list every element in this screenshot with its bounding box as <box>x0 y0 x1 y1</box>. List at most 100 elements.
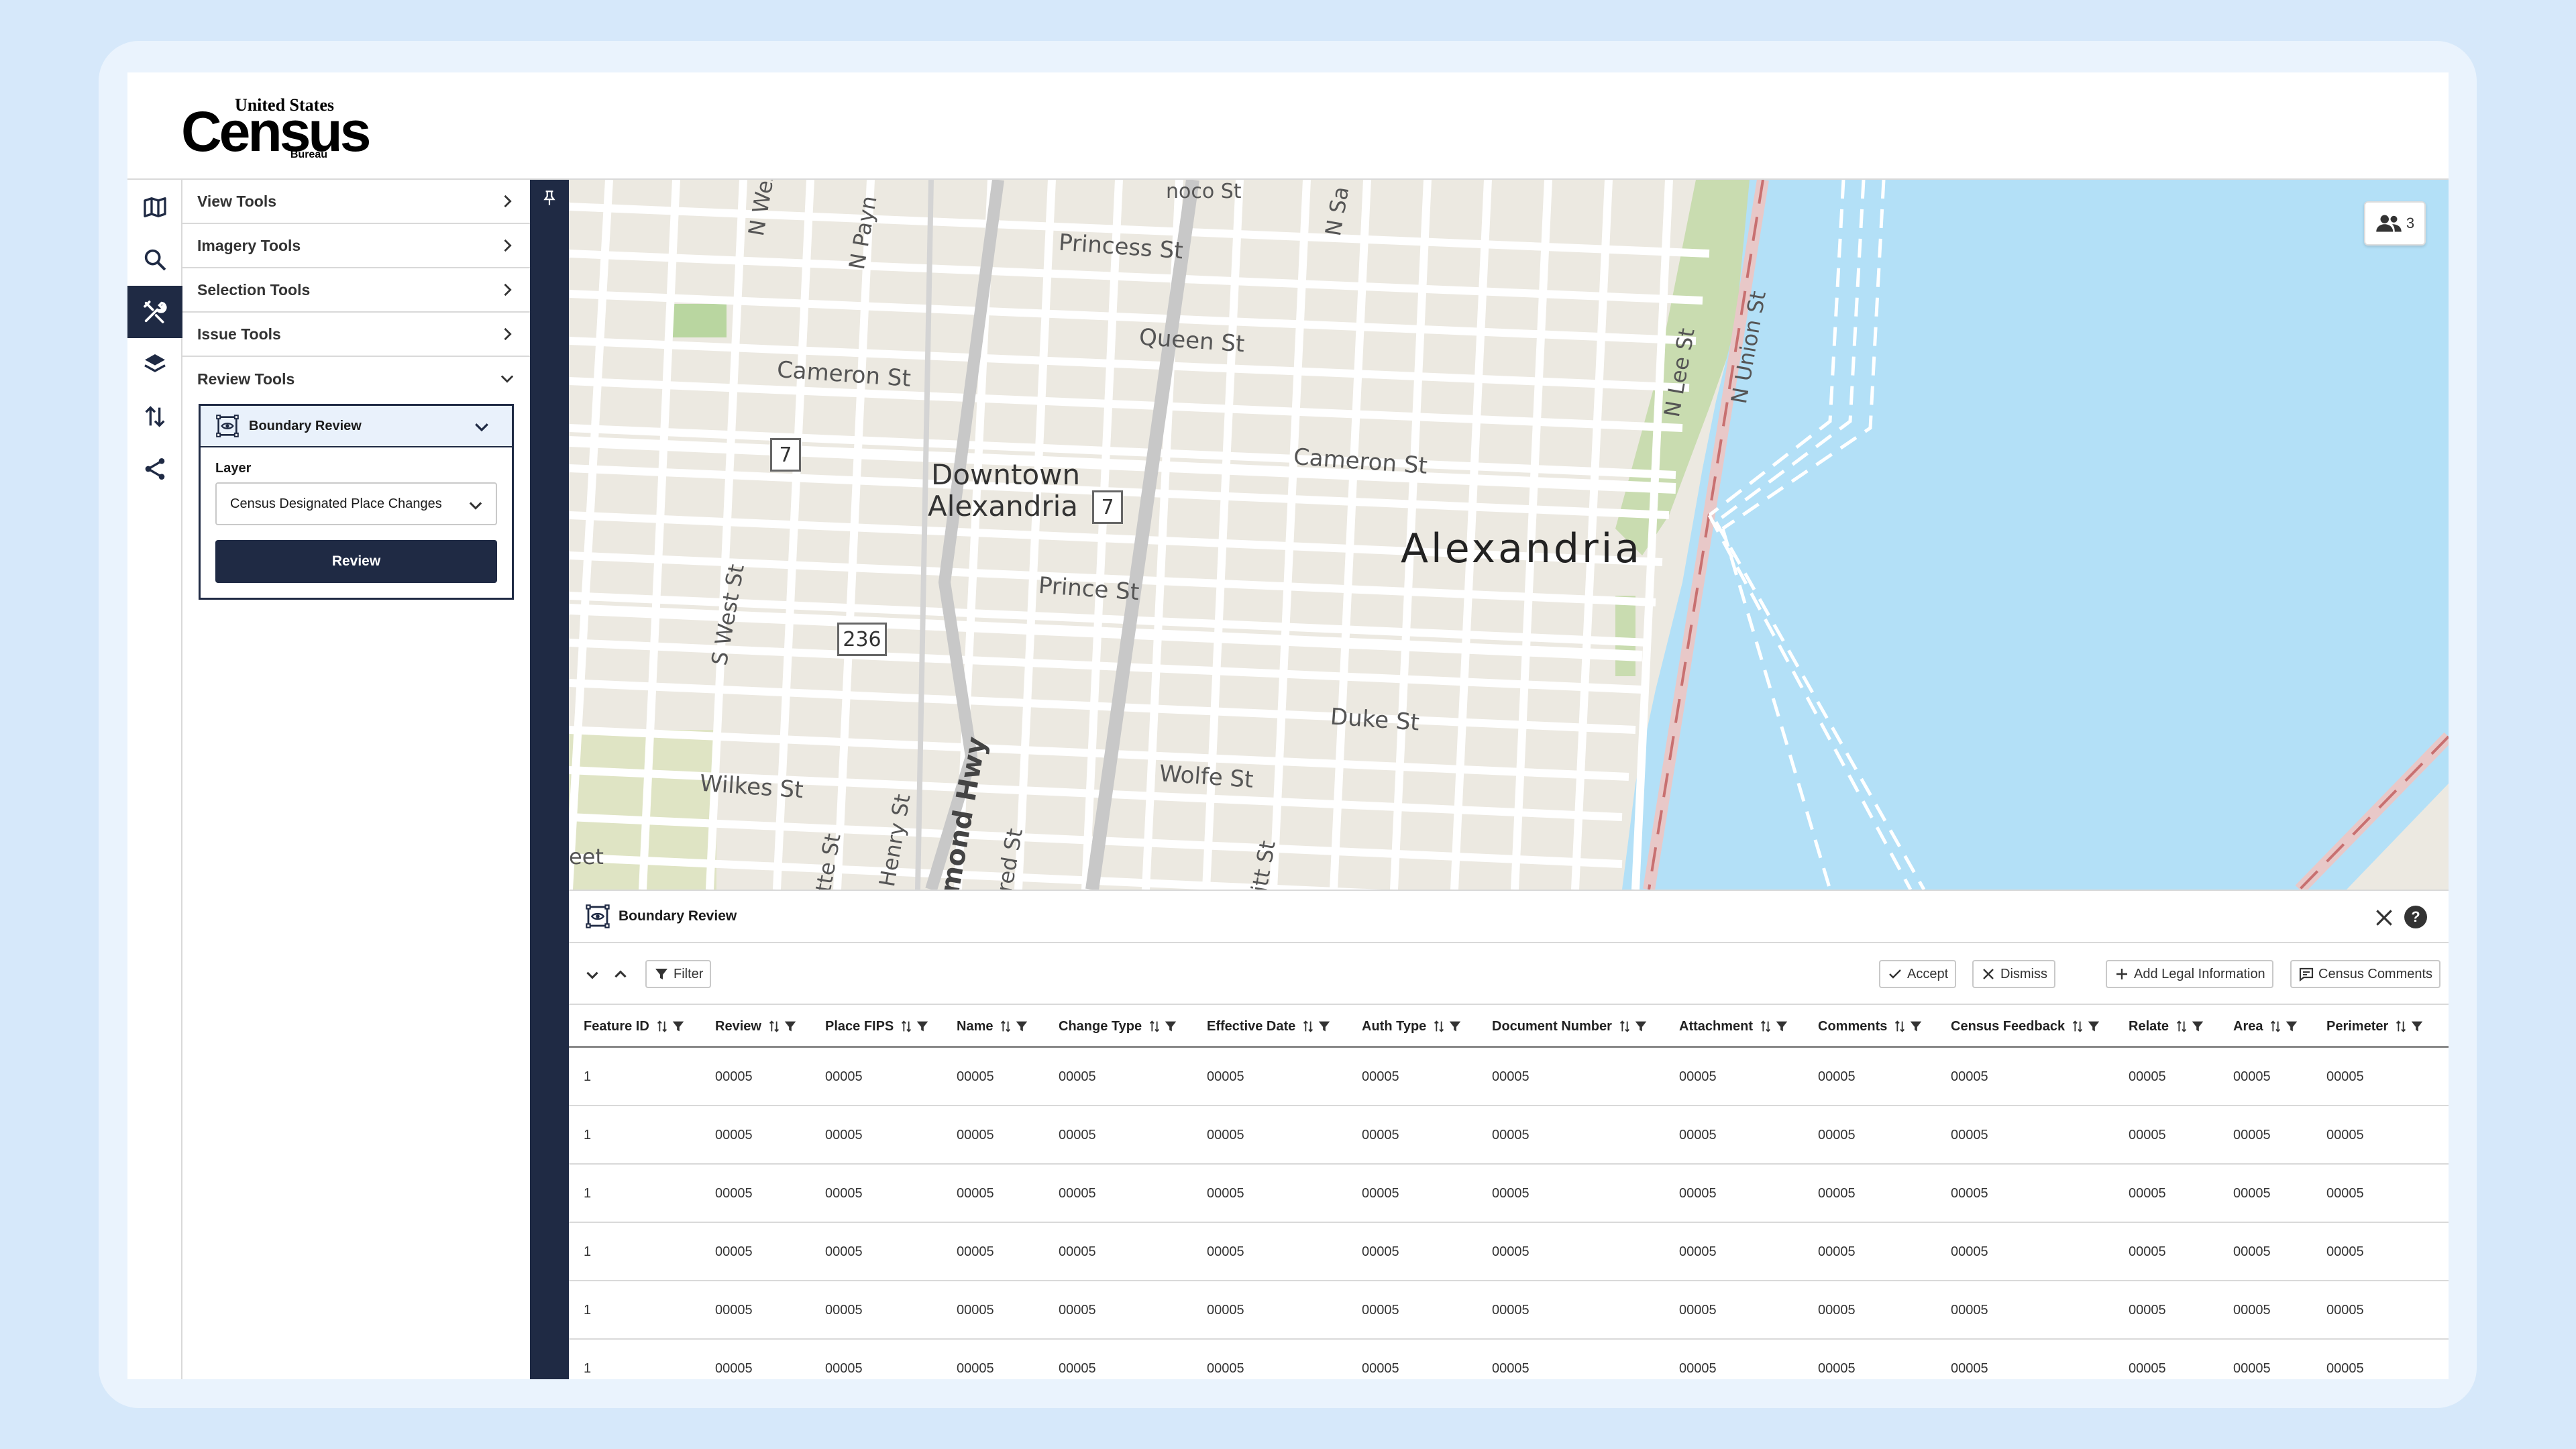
table-cell: 00005 <box>1207 1303 1244 1318</box>
chevron-down-icon[interactable] <box>584 966 601 983</box>
table-cell: 00005 <box>1207 1244 1244 1259</box>
table-row[interactable]: 1 00005 00005 00005 00005 00005 00005 00005 0000… <box>569 1340 2449 1379</box>
collaborators-button[interactable]: 3 <box>2364 201 2426 246</box>
sort-icon[interactable] <box>899 1019 914 1034</box>
table-row[interactable]: 1 00005 00005 00005 00005 00005 00005 00005 0000… <box>569 1281 2449 1340</box>
column-header[interactable]: Attachment <box>1679 1005 1789 1048</box>
table-row[interactable]: 1 00005 00005 00005 00005 00005 00005 00005 0000… <box>569 1106 2449 1165</box>
chevron-right-icon <box>504 327 512 341</box>
table-cell: 00005 <box>1951 1128 1988 1142</box>
layers-icon-button[interactable] <box>127 338 182 390</box>
sort-icon[interactable] <box>2070 1019 2085 1034</box>
table-row[interactable]: 1 00005 00005 00005 00005 00005 00005 00005 0000… <box>569 1165 2449 1223</box>
view-tools-label: View Tools <box>197 192 277 210</box>
issue-tools-item[interactable]: Issue Tools <box>182 313 530 357</box>
table-row[interactable]: 1 00005 00005 00005 00005 00005 00005 00005 0000… <box>569 1048 2449 1106</box>
add-legal-information-button[interactable]: Add Legal Information <box>2106 960 2273 988</box>
layer-select[interactable]: Census Designated Place Changes <box>215 482 497 525</box>
table-cell: 00005 <box>825 1361 863 1376</box>
table-cell: 00005 <box>715 1186 753 1201</box>
sort-icon[interactable] <box>998 1019 1013 1034</box>
map-label-downtown-1: Downtown <box>931 458 1081 491</box>
view-tools-item[interactable]: View Tools <box>182 180 530 224</box>
sort-icon[interactable] <box>655 1019 669 1034</box>
help-icon[interactable]: ? <box>2404 906 2427 928</box>
table-cell: 00005 <box>1362 1128 1399 1142</box>
sort-icon[interactable] <box>1301 1019 1316 1034</box>
map-icon-button[interactable] <box>127 181 182 233</box>
filter-icon[interactable] <box>2284 1019 2299 1034</box>
close-icon[interactable] <box>2373 907 2395 928</box>
table-panel-header: Boundary Review ? <box>569 891 2449 943</box>
table-cell: 00005 <box>2129 1361 2166 1376</box>
filter-icon[interactable] <box>2086 1019 2101 1034</box>
column-header[interactable]: Perimeter <box>2326 1005 2424 1048</box>
census-comments-button[interactable]: Census Comments <box>2290 960 2441 988</box>
map-icon <box>144 197 166 217</box>
table-cell: 00005 <box>1818 1069 1856 1084</box>
column-header[interactable]: Feature ID <box>584 1005 686 1048</box>
sort-icon[interactable] <box>1617 1019 1632 1034</box>
column-header[interactable]: Place FIPS <box>825 1005 930 1048</box>
column-header[interactable]: Census Feedback <box>1951 1005 2101 1048</box>
pin-icon[interactable] <box>541 189 558 207</box>
filter-icon[interactable] <box>1633 1019 1648 1034</box>
tools-icon-button[interactable] <box>127 286 182 338</box>
boundary-review-header[interactable]: Boundary Review <box>201 406 512 447</box>
sort-icon[interactable] <box>767 1019 782 1034</box>
sort-icon[interactable] <box>2174 1019 2189 1034</box>
review-tools-item[interactable]: Review Tools <box>182 357 530 401</box>
filter-icon[interactable] <box>1014 1019 1029 1034</box>
column-header[interactable]: Change Type <box>1059 1005 1178 1048</box>
filter-icon[interactable] <box>1317 1019 1332 1034</box>
sort-icon[interactable] <box>2268 1019 2283 1034</box>
filter-icon[interactable] <box>2190 1019 2205 1034</box>
logo-main-text: Census <box>181 100 371 163</box>
accept-button[interactable]: Accept <box>1879 960 1957 988</box>
filter-icon[interactable] <box>1448 1019 1462 1034</box>
column-header[interactable]: Area <box>2233 1005 2299 1048</box>
sort-icon-button[interactable] <box>127 390 182 443</box>
filter-icon[interactable] <box>1909 1019 1923 1034</box>
table-row[interactable]: 1 00005 00005 00005 00005 00005 00005 00005 0000… <box>569 1223 2449 1281</box>
filter-icon[interactable] <box>783 1019 798 1034</box>
filter-button[interactable]: Filter <box>645 960 712 988</box>
filter-icon <box>655 969 667 979</box>
column-header[interactable]: Auth Type <box>1362 1005 1462 1048</box>
table-cell: 00005 <box>715 1303 753 1318</box>
sort-icon[interactable] <box>1758 1019 1773 1034</box>
sort-icon[interactable] <box>2394 1019 2408 1034</box>
table-cell: 00005 <box>1951 1069 1988 1084</box>
column-header[interactable]: Document Number <box>1492 1005 1648 1048</box>
filter-icon[interactable] <box>2410 1019 2424 1034</box>
imagery-tools-item[interactable]: Imagery Tools <box>182 224 530 268</box>
sort-icon[interactable] <box>1432 1019 1446 1034</box>
filter-icon[interactable] <box>915 1019 930 1034</box>
search-icon-button[interactable] <box>127 233 182 286</box>
dismiss-button[interactable]: Dismiss <box>1972 960 2055 988</box>
table-cell: 00005 <box>1818 1186 1856 1201</box>
column-header[interactable]: Comments <box>1818 1005 1923 1048</box>
sort-icon[interactable] <box>1147 1019 1162 1034</box>
table-cell: 00005 <box>2326 1303 2364 1318</box>
census-logo[interactable]: United States Census Bureau <box>181 95 371 162</box>
column-header[interactable]: Review <box>715 1005 798 1048</box>
table-cell: 00005 <box>1679 1303 1717 1318</box>
filter-icon[interactable] <box>1774 1019 1789 1034</box>
map-view[interactable]: noco St Princess St Queen St Cameron St … <box>569 180 2449 890</box>
filter-icon[interactable] <box>1163 1019 1178 1034</box>
column-header[interactable]: Relate <box>2129 1005 2205 1048</box>
app-header: United States Census Bureau <box>127 72 2449 180</box>
layer-label: Layer <box>215 461 252 476</box>
column-header[interactable]: Effective Date <box>1207 1005 1332 1048</box>
sort-icon[interactable] <box>1892 1019 1907 1034</box>
selection-tools-item[interactable]: Selection Tools <box>182 268 530 313</box>
column-header-label: Review <box>715 1018 761 1034</box>
map-label-city: Alexandria <box>1401 525 1643 572</box>
share-icon-button[interactable] <box>127 443 182 495</box>
column-header[interactable]: Name <box>957 1005 1029 1048</box>
chevron-up-icon[interactable] <box>612 966 629 983</box>
review-button[interactable]: Review <box>215 540 497 583</box>
collaborators-count: 3 <box>2406 215 2415 231</box>
filter-icon[interactable] <box>671 1019 686 1034</box>
